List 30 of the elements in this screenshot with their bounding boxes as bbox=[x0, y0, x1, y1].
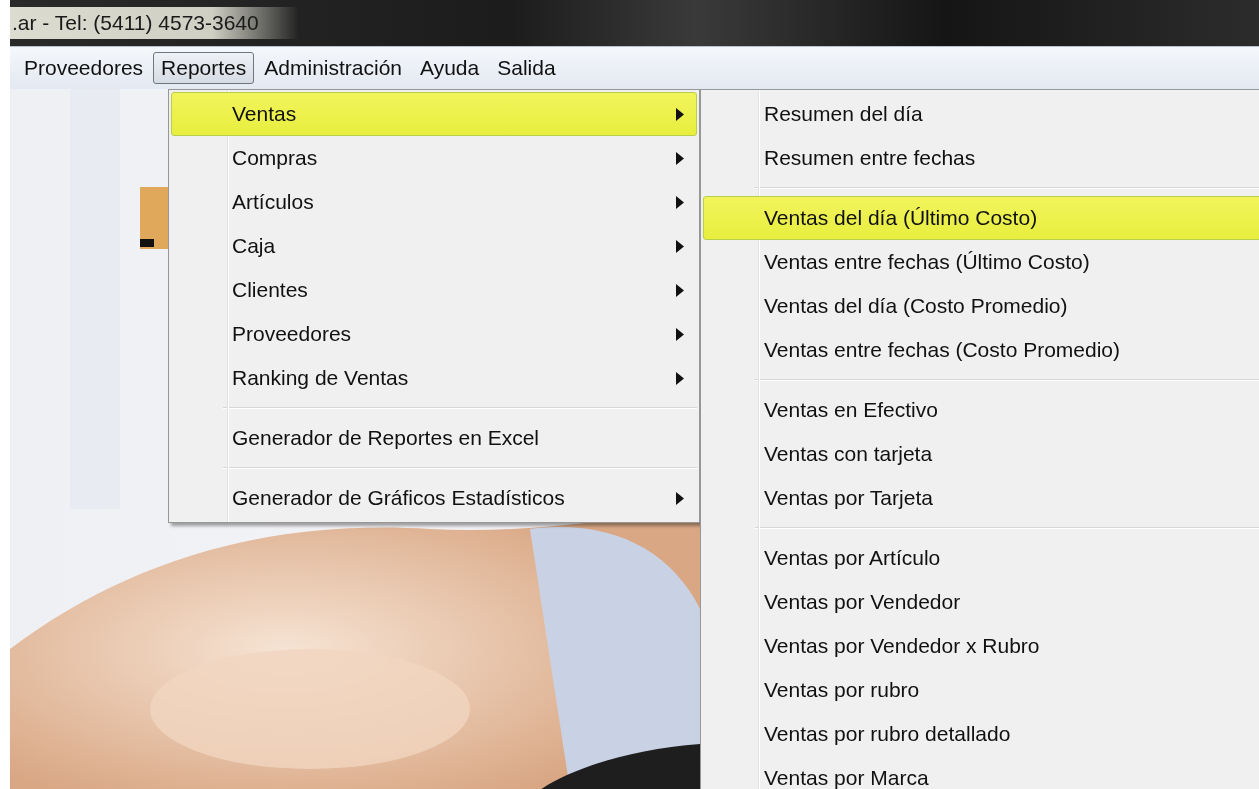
menu-item[interactable]: Ventas por rubro detallado bbox=[703, 712, 1259, 756]
menu-bar-item[interactable]: Salida bbox=[489, 52, 564, 84]
menu-bar-item[interactable]: Proveedores bbox=[16, 52, 152, 84]
menu-bar-item[interactable]: Reportes bbox=[153, 52, 255, 84]
menu-item[interactable]: Ventas bbox=[171, 92, 697, 136]
menu-item[interactable]: Ventas con tarjeta bbox=[703, 432, 1259, 476]
menu-item[interactable]: Ventas en Efectivo bbox=[703, 388, 1259, 432]
menu-item[interactable]: Ventas por Marca bbox=[703, 756, 1259, 789]
menu-bar-item[interactable]: Ayuda bbox=[412, 52, 488, 84]
menu-item[interactable]: Ventas del día (Costo Promedio) bbox=[703, 284, 1259, 328]
menu-bar-item[interactable]: Administración bbox=[256, 52, 411, 84]
menu-item[interactable]: Resumen del día bbox=[703, 92, 1259, 136]
menu-item[interactable]: Ventas entre fechas (Costo Promedio) bbox=[703, 328, 1259, 372]
menu-item[interactable]: Ventas por rubro bbox=[703, 668, 1259, 712]
menu-item[interactable]: Ventas por Vendedor x Rubro bbox=[703, 624, 1259, 668]
menu-item[interactable]: Clientes bbox=[171, 268, 697, 312]
menu-item[interactable]: Ventas por Vendedor bbox=[703, 580, 1259, 624]
menu-item[interactable]: Generador de Reportes en Excel bbox=[171, 416, 697, 460]
menu-item[interactable]: Artículos bbox=[171, 180, 697, 224]
menu-item[interactable]: Generador de Gráficos Estadísticos bbox=[171, 476, 697, 520]
menu-item[interactable]: Ventas por Tarjeta bbox=[703, 476, 1259, 520]
menu-item[interactable]: Ventas entre fechas (Último Costo) bbox=[703, 240, 1259, 284]
menu-item[interactable]: Ventas por Artículo bbox=[703, 536, 1259, 580]
menu-item[interactable]: Caja bbox=[171, 224, 697, 268]
menu-item[interactable]: Proveedores bbox=[171, 312, 697, 356]
menu-item[interactable]: Resumen entre fechas bbox=[703, 136, 1259, 180]
window-title: .ar - Tel: (5411) 4573-3640 bbox=[10, 7, 299, 39]
menu-item[interactable]: Compras bbox=[171, 136, 697, 180]
menu-item[interactable]: Ranking de Ventas bbox=[171, 356, 697, 400]
menu-item[interactable]: Ventas del día (Último Costo) bbox=[703, 196, 1259, 240]
